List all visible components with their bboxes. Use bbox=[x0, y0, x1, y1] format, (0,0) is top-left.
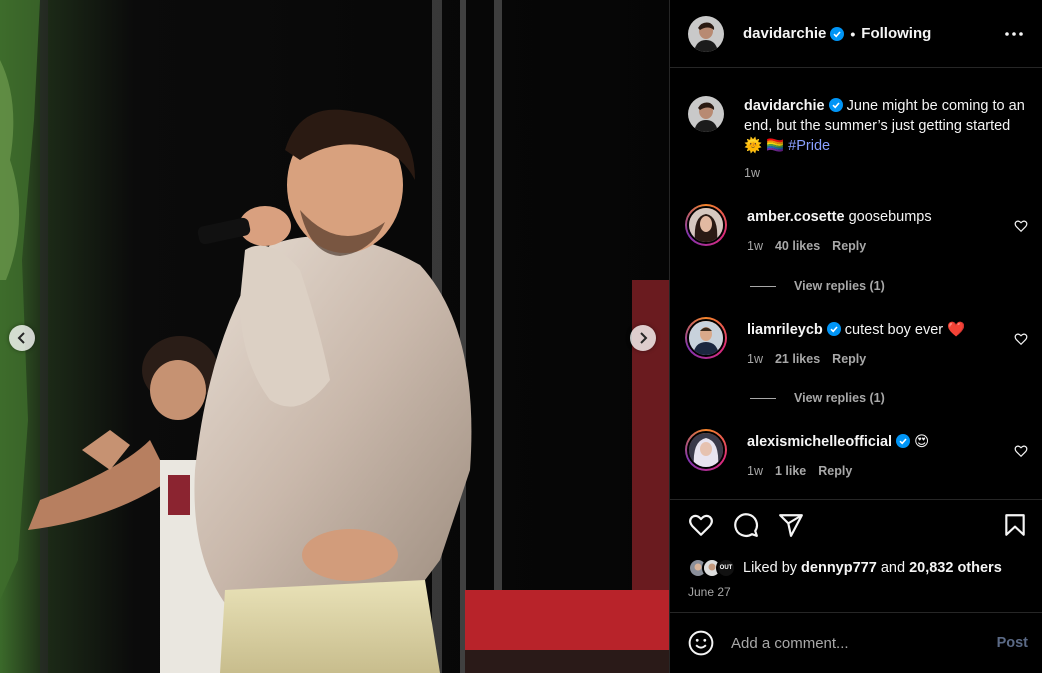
author-avatar[interactable] bbox=[688, 15, 724, 52]
caption-username[interactable]: davidarchie bbox=[744, 98, 825, 114]
heart-icon[interactable] bbox=[1014, 332, 1028, 346]
caption-time: 1w bbox=[744, 166, 760, 180]
share-icon[interactable] bbox=[778, 512, 804, 538]
comment-time: 1w bbox=[747, 239, 763, 253]
next-photo-button[interactable] bbox=[630, 325, 656, 351]
verified-icon bbox=[826, 322, 841, 336]
comments-list[interactable]: davidarchie June might be coming to an e… bbox=[670, 69, 1042, 499]
divider bbox=[670, 499, 1042, 500]
comment-composer: Post bbox=[688, 630, 1028, 656]
comment-likes[interactable]: 40 likes bbox=[775, 236, 820, 256]
comment-text: goosebumps bbox=[848, 209, 932, 225]
comment-item: amber.cosette goosebumps 1w 40 likes Rep… bbox=[685, 204, 1028, 256]
bookmark-icon[interactable] bbox=[1002, 512, 1028, 538]
comment-likes[interactable]: 1 like bbox=[775, 461, 806, 481]
comment-item: alexismichelleofficial 😍 1w 1 like Reply bbox=[685, 429, 1028, 481]
view-replies-button[interactable]: View replies (1) bbox=[750, 391, 885, 405]
heart-icon[interactable] bbox=[688, 512, 714, 538]
verified-icon bbox=[896, 434, 911, 448]
comment-item: liamrileycb cutest boy ever ❤️ 1w 21 lik… bbox=[685, 317, 1028, 369]
caption: davidarchie June might be coming to an e… bbox=[688, 96, 1028, 183]
divider bbox=[670, 612, 1042, 613]
post-details-panel: davidarchie • Following davidarchie June… bbox=[669, 0, 1042, 673]
comment-text: 😍 bbox=[914, 434, 930, 450]
comment-time: 1w bbox=[747, 352, 763, 366]
more-options-button[interactable] bbox=[1002, 22, 1026, 46]
separator-dot: • bbox=[850, 25, 856, 42]
verified-icon bbox=[830, 26, 845, 41]
commenter-avatar[interactable] bbox=[685, 429, 727, 471]
reply-button[interactable]: Reply bbox=[832, 236, 866, 256]
heart-icon[interactable] bbox=[1014, 219, 1028, 233]
comment-username[interactable]: liamrileycb bbox=[747, 322, 823, 338]
post-date[interactable]: June 27 bbox=[688, 585, 731, 599]
comment-input[interactable] bbox=[731, 634, 997, 652]
liked-by-user[interactable]: dennyp777 bbox=[801, 560, 877, 576]
chevron-left-icon bbox=[17, 332, 25, 344]
following-button[interactable]: Following bbox=[861, 25, 931, 42]
instagram-post-modal: davidarchie • Following davidarchie June… bbox=[0, 0, 1042, 673]
comment-username[interactable]: amber.cosette bbox=[747, 209, 845, 225]
commenter-avatar[interactable] bbox=[685, 204, 727, 246]
comment-likes[interactable]: 21 likes bbox=[775, 349, 820, 369]
liked-by-prefix: Liked by bbox=[743, 560, 798, 576]
post-button[interactable]: Post bbox=[997, 635, 1028, 651]
chevron-right-icon bbox=[640, 332, 648, 344]
view-replies-label: View replies (1) bbox=[794, 391, 885, 405]
caption-avatar[interactable] bbox=[688, 96, 724, 132]
concert-photo bbox=[0, 0, 669, 673]
emoji-icon[interactable] bbox=[688, 630, 714, 656]
replies-line bbox=[750, 285, 776, 287]
comment-text: cutest boy ever ❤️ bbox=[844, 322, 966, 338]
likes-count[interactable]: 20,832 others bbox=[909, 560, 1002, 576]
post-header: davidarchie • Following bbox=[670, 0, 1042, 68]
reply-button[interactable]: Reply bbox=[818, 461, 852, 481]
reply-button[interactable]: Reply bbox=[832, 349, 866, 369]
verified-icon bbox=[828, 98, 843, 112]
previous-photo-button[interactable] bbox=[9, 325, 35, 351]
view-replies-button[interactable]: View replies (1) bbox=[750, 279, 885, 293]
comment-icon[interactable] bbox=[733, 512, 759, 538]
comment-time: 1w bbox=[747, 464, 763, 478]
post-photo bbox=[0, 0, 669, 673]
author-username[interactable]: davidarchie bbox=[743, 25, 826, 42]
heart-icon[interactable] bbox=[1014, 444, 1028, 458]
mini-avatar: OUT bbox=[716, 558, 736, 578]
liked-by-avatars[interactable]: OUT bbox=[688, 558, 736, 578]
comment-username[interactable]: alexismichelleofficial bbox=[747, 434, 892, 450]
commenter-avatar[interactable] bbox=[685, 317, 727, 359]
hashtag-link[interactable]: #Pride bbox=[788, 138, 830, 154]
out-badge: OUT bbox=[719, 565, 733, 571]
view-replies-label: View replies (1) bbox=[794, 279, 885, 293]
liked-by: OUT Liked by dennyp777 and 20,832 others bbox=[688, 558, 1028, 578]
more-icon bbox=[1005, 31, 1023, 36]
replies-line bbox=[750, 397, 776, 399]
liked-by-and: and bbox=[880, 560, 906, 576]
action-bar bbox=[688, 511, 1028, 539]
